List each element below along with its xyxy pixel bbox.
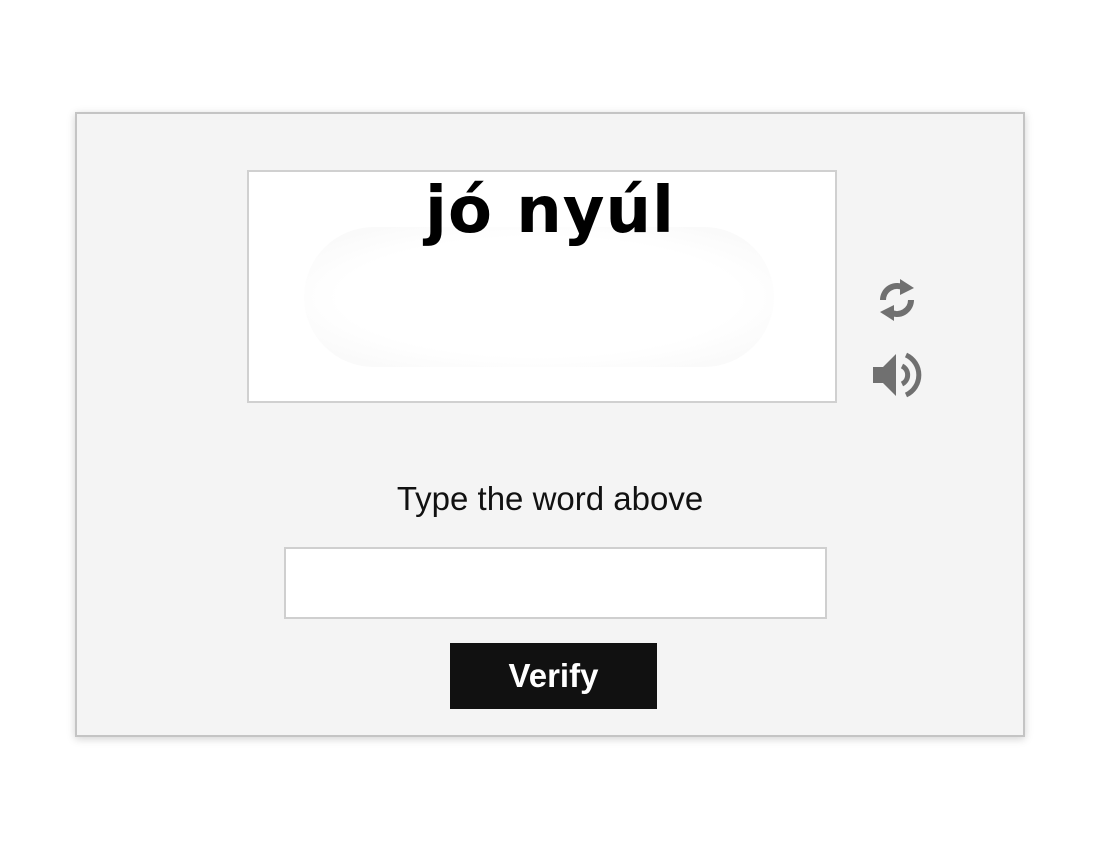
- captcha-background-noise: [304, 227, 774, 367]
- refresh-button[interactable]: [871, 274, 923, 326]
- verify-button[interactable]: Verify: [450, 643, 657, 709]
- instruction-text: Type the word above: [396, 480, 704, 517]
- audio-button[interactable]: [871, 349, 923, 401]
- captcha-word: jó nyúl: [425, 174, 675, 248]
- refresh-icon: [880, 279, 914, 321]
- captcha-image: jó nyúl: [247, 170, 837, 403]
- captcha-panel: jó nyúl Type the word above Verify: [75, 112, 1025, 737]
- speaker-icon: [873, 352, 922, 398]
- captcha-answer-input[interactable]: [284, 547, 827, 619]
